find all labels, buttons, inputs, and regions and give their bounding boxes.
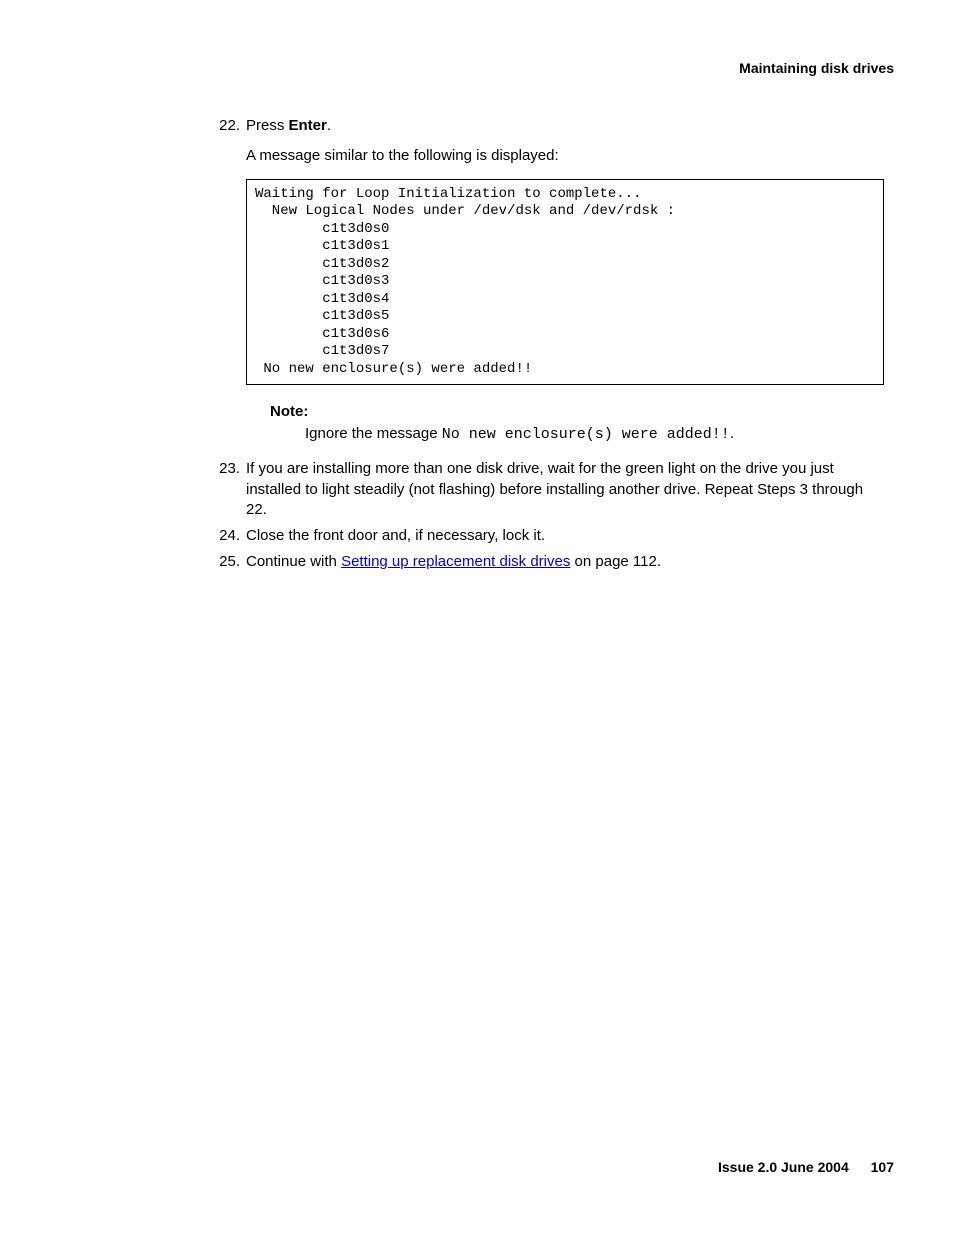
page-footer: Issue 2.0 June 2004 107 [718,1159,894,1175]
code-output: Waiting for Loop Initialization to compl… [246,179,884,386]
step-number: 23. [210,459,246,520]
note-body: Ignore the message No new enclosure(s) w… [305,424,884,445]
step-22: 22. Press Enter. [210,116,884,136]
step-body: Close the front door and, if necessary, … [246,526,884,546]
step-25: 25. Continue with Setting up replacement… [210,552,884,572]
text: Press [246,117,289,134]
step-number: 24. [210,526,246,546]
step-number: 22. [210,116,246,136]
step-body: Continue with Setting up replacement dis… [246,552,884,572]
content-area: 22. Press Enter. A message similar to th… [60,116,894,573]
step-23: 23. If you are installing more than one … [210,459,884,520]
step-number: 25. [210,552,246,572]
link-setting-up-replacement[interactable]: Setting up replacement disk drives [341,553,570,570]
page: Maintaining disk drives 22. Press Enter.… [0,0,954,1235]
step-24: 24. Close the front door and, if necessa… [210,526,884,546]
header-title: Maintaining disk drives [739,60,894,76]
step-body: If you are installing more than one disk… [246,459,884,520]
text: Continue with [246,553,341,570]
bold-word: Enter [289,117,327,134]
note-label: Note: [270,403,884,420]
mono-text: No new enclosure(s) were added!! [442,426,730,443]
text: Ignore the message [305,425,442,442]
issue-date: Issue 2.0 June 2004 [718,1159,849,1175]
step-22-sub: A message similar to the following is di… [246,146,884,166]
text: on page 112. [570,553,661,570]
page-number: 107 [871,1159,894,1175]
page-header: Maintaining disk drives [60,60,894,76]
step-body: Press Enter. [246,116,884,136]
text: . [327,117,331,134]
text: . [730,425,734,442]
